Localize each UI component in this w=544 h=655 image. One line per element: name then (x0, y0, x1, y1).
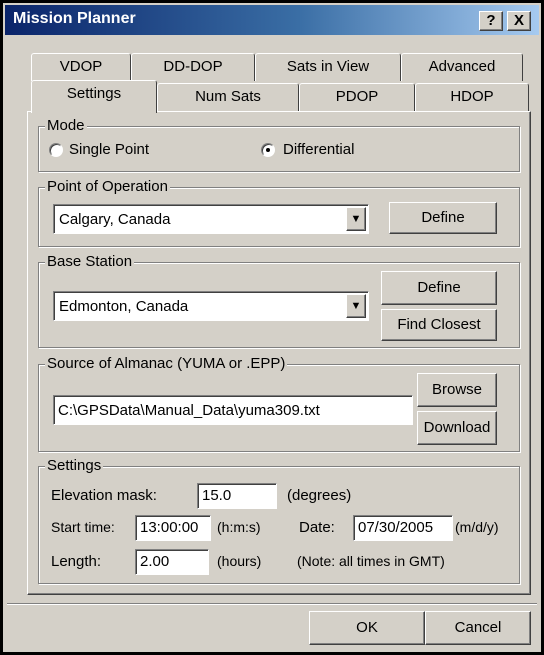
point-of-operation-group: Point of Operation Calgary, Canada ▼ Def… (38, 178, 520, 247)
tab-hdop[interactable]: HDOP (415, 83, 529, 111)
almanac-group: Source of Almanac (YUMA or .EPP) C:\GPSD… (38, 355, 520, 452)
point-of-operation-label: Point of Operation (45, 178, 170, 196)
length-value: 2.00 (140, 553, 170, 570)
define-point-button[interactable]: Define (389, 202, 497, 234)
mode-group-label: Mode (45, 117, 87, 135)
date-label: Date: (299, 519, 335, 536)
ok-button[interactable]: OK (309, 611, 425, 645)
differential-radio[interactable] (261, 143, 275, 157)
elevation-mask-value: 15.0 (202, 487, 232, 504)
gmt-note: (Note: all times in GMT) (297, 553, 445, 569)
base-station-value: Edmonton, Canada (59, 298, 189, 315)
define-base-button[interactable]: Define (381, 271, 497, 305)
settings-group: Settings Elevation mask: 15.0 (degrees) … (38, 457, 520, 584)
footer-divider (7, 603, 537, 605)
tab-num-sats[interactable]: Num Sats (157, 83, 299, 111)
settings-group-label: Settings (45, 457, 104, 475)
almanac-path-value: C:\GPSData\Manual_Data\yuma309.txt (58, 402, 320, 419)
length-input[interactable]: 2.00 (135, 549, 209, 575)
length-unit: (hours) (217, 553, 262, 569)
elevation-mask-input[interactable]: 15.0 (197, 483, 277, 509)
tab-sats-in-view[interactable]: Sats in View (255, 53, 401, 81)
tab-pdop[interactable]: PDOP (299, 83, 415, 111)
base-station-group: Base Station Edmonton, Canada ▼ Define F… (38, 253, 520, 348)
mode-group: Mode Single Point Differential (38, 117, 520, 172)
date-unit: (m/d/y) (455, 519, 499, 535)
tab-advanced[interactable]: Advanced (401, 53, 523, 81)
cancel-button[interactable]: Cancel (425, 611, 531, 645)
chevron-down-icon[interactable]: ▼ (346, 207, 366, 231)
date-input[interactable]: 07/30/2005 (353, 515, 453, 541)
base-station-label: Base Station (45, 253, 135, 271)
help-button[interactable]: ? (479, 11, 503, 31)
mission-planner-dialog: Mission Planner ? X VDOP DD-DOP Sats in … (0, 0, 544, 655)
single-point-label[interactable]: Single Point (69, 141, 149, 158)
base-station-combo[interactable]: Edmonton, Canada ▼ (53, 291, 369, 321)
start-time-value: 13:00:00 (140, 519, 199, 536)
point-of-operation-value: Calgary, Canada (59, 211, 171, 228)
start-time-label: Start time: (51, 519, 115, 535)
browse-button[interactable]: Browse (417, 373, 497, 407)
chevron-down-icon[interactable]: ▼ (346, 294, 366, 318)
start-time-input[interactable]: 13:00:00 (135, 515, 211, 541)
download-button[interactable]: Download (417, 411, 497, 445)
point-of-operation-combo[interactable]: Calgary, Canada ▼ (53, 204, 369, 234)
tab-settings[interactable]: Settings (31, 80, 157, 113)
differential-label[interactable]: Differential (283, 141, 354, 158)
almanac-path-input[interactable]: C:\GPSData\Manual_Data\yuma309.txt (53, 395, 413, 425)
elevation-mask-label: Elevation mask: (51, 487, 157, 504)
length-label: Length: (51, 553, 102, 570)
tab-dd-dop[interactable]: DD-DOP (131, 53, 255, 81)
almanac-label: Source of Almanac (YUMA or .EPP) (45, 355, 288, 373)
window-title: Mission Planner (13, 10, 136, 27)
tab-vdop[interactable]: VDOP (31, 53, 131, 81)
single-point-radio[interactable] (49, 143, 63, 157)
radio-selected-dot (266, 148, 270, 152)
start-time-unit: (h:m:s) (217, 519, 261, 535)
close-button[interactable]: X (507, 11, 531, 31)
title-bar[interactable]: Mission Planner ? X (5, 5, 539, 35)
find-closest-button[interactable]: Find Closest (381, 309, 497, 341)
date-value: 07/30/2005 (358, 519, 434, 536)
settings-panel: Mode Single Point Differential Point of … (27, 111, 531, 595)
elevation-unit: (degrees) (287, 487, 352, 504)
